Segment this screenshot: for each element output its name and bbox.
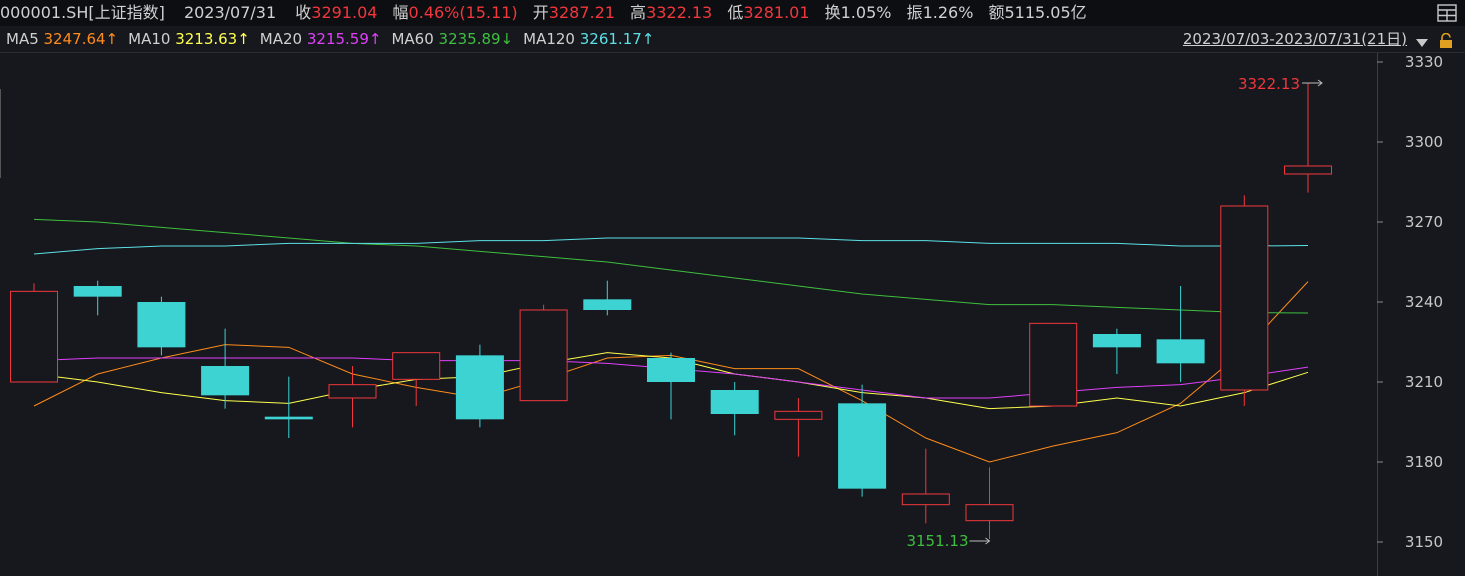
- close-label: 收: [295, 3, 312, 22]
- open-label: 开: [532, 3, 549, 22]
- candle-body-up: [965, 504, 1014, 522]
- open-value: 3287.21: [548, 3, 615, 22]
- date-range[interactable]: 2023/07/03-2023/07/31(21日): [1183, 26, 1407, 52]
- ma-legend-label-ma60: MA60: [391, 30, 439, 48]
- low-value: 3281.01: [743, 3, 810, 22]
- y-tick-label: 3210: [1405, 373, 1443, 391]
- ma-legend-label-ma120: MA120: [523, 30, 580, 48]
- ma-line-ma120: [33, 237, 1309, 255]
- ma-legend-bar: MA5 3247.64↑ MA10 3213.63↑ MA20 3215.59↑ MA…: [0, 26, 1465, 53]
- candle-body-down: [201, 366, 250, 396]
- candle-body-down: [838, 403, 887, 489]
- quote-date: 2023/07/31: [183, 3, 277, 22]
- change-label: 幅: [392, 3, 409, 22]
- y-tick-label: 3240: [1405, 293, 1443, 311]
- amount-label: 额: [988, 3, 1005, 22]
- ma-legend-value-ma60: 3235.89↓: [438, 30, 514, 48]
- candle-body-up: [901, 493, 950, 506]
- ma-legend-label-ma20: MA20: [259, 30, 307, 48]
- candle-body-up: [1029, 322, 1078, 407]
- high-value: 3322.13: [646, 3, 713, 22]
- ma-legend-label-ma5: MA5: [6, 30, 44, 48]
- quote-header: 000001.SH[上证指数] 2023/07/31 收3291.04 幅0.4…: [0, 0, 1465, 26]
- candle-body-down: [583, 299, 632, 310]
- ma-legend-value-ma10: 3213.63↑: [175, 30, 250, 48]
- y-tick-label: 3330: [1405, 53, 1443, 71]
- candle-body-up: [1284, 165, 1332, 175]
- candlestick-chart[interactable]: 3150 3180 3210 3240 3270 3300 3330 3322.13 3151.…: [0, 53, 1465, 576]
- candle-body-down: [1092, 334, 1141, 348]
- candle-body-down: [1156, 339, 1205, 364]
- candle-body-down: [264, 416, 313, 420]
- candle-body-down: [647, 358, 695, 382]
- y-tick-label: 3150: [1405, 533, 1443, 551]
- ma-legend-value-ma20: 3215.59↑: [306, 30, 382, 48]
- ma-legend-value-ma5: 3247.64↑: [43, 30, 119, 48]
- candle-body-up: [328, 384, 377, 399]
- candle-body-down: [455, 355, 504, 420]
- y-tick-label: 3270: [1405, 213, 1443, 231]
- candle-body-up: [392, 352, 441, 380]
- candle-body-up: [774, 410, 823, 420]
- change-value: 0.46%(15.11): [408, 3, 518, 22]
- ma-legend-value-ma120: 3261.17↑: [579, 30, 655, 48]
- amount-value: 5115.05亿: [1004, 3, 1087, 22]
- candle-body-down: [710, 390, 759, 414]
- amplitude-label: 振: [906, 3, 923, 22]
- low-label: 低: [727, 3, 744, 22]
- index-code: 000001.SH[上证指数]: [0, 3, 165, 22]
- candle-body-up: [1220, 205, 1269, 391]
- date-range-text: 2023/07/03-2023/07/31(21日): [1182, 30, 1407, 48]
- amplitude-value: 1.26%: [922, 3, 974, 22]
- candle-body-down: [137, 302, 186, 348]
- ma-line-ma60: [33, 218, 1309, 314]
- high-annotation: 3322.13: [1238, 75, 1300, 93]
- y-tick-label: 3300: [1405, 133, 1443, 151]
- candle-body-down: [73, 286, 122, 297]
- ma-legend-label-ma10: MA10: [128, 30, 176, 48]
- low-annotation: 3151.13: [906, 532, 968, 550]
- candle-body-up: [519, 309, 568, 402]
- ma-legend: MA5 3247.64↑ MA10 3213.63↑ MA20 3215.59↑ MA…: [6, 30, 654, 48]
- turnover-label: 换: [824, 3, 841, 22]
- turnover-value: 1.05%: [840, 3, 892, 22]
- close-value: 3291.04: [311, 3, 378, 22]
- candle-body-up: [10, 290, 58, 383]
- y-tick-label: 3180: [1405, 453, 1443, 471]
- high-label: 高: [630, 3, 647, 22]
